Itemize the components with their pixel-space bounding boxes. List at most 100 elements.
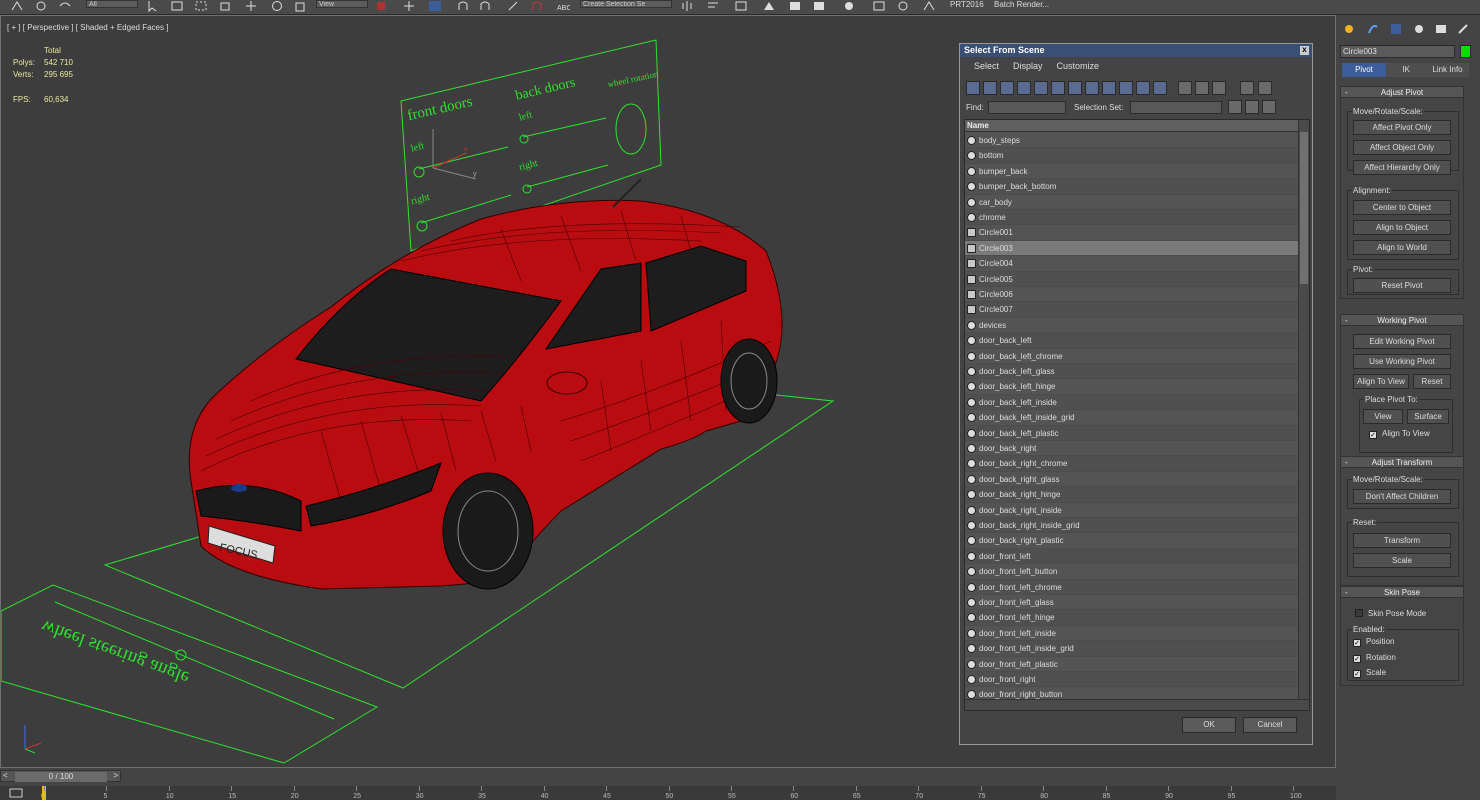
select-object-icon[interactable] <box>146 0 160 12</box>
rotate-icon[interactable] <box>270 0 284 12</box>
hidden-filter-icon[interactable] <box>1153 81 1167 95</box>
tab-pivot[interactable]: Pivot <box>1342 63 1386 77</box>
scale-button[interactable]: Scale <box>1353 553 1451 568</box>
list-item[interactable]: Circle005 <box>965 271 1299 287</box>
curve-editor-icon[interactable] <box>788 0 802 12</box>
move-icon[interactable] <box>244 0 258 12</box>
adjust-transform-header[interactable]: - Adjust Transform <box>1341 457 1463 468</box>
find-input[interactable] <box>988 101 1066 114</box>
filter-icon[interactable] <box>1240 81 1254 95</box>
tab-link-info[interactable]: Link Info <box>1426 63 1469 77</box>
bind-space-warp-icon[interactable] <box>58 0 72 12</box>
material-editor-icon[interactable] <box>842 0 856 12</box>
toggle-ribbon-icon[interactable] <box>762 0 776 12</box>
list-item[interactable]: Circle003 <box>965 240 1299 257</box>
list-item[interactable]: door_back_right_inside <box>965 502 1299 518</box>
rendered-frame-icon[interactable] <box>896 0 910 12</box>
keyboard-shortcut-icon[interactable] <box>428 0 442 12</box>
cameras-filter-icon[interactable] <box>1017 81 1031 95</box>
cancel-button[interactable]: Cancel <box>1243 717 1297 733</box>
list-item[interactable]: door_back_left_plastic <box>965 425 1299 441</box>
helpers-filter-icon[interactable] <box>1034 81 1048 95</box>
list-item[interactable]: door_back_right <box>965 441 1299 457</box>
list-item[interactable]: door_front_right_button <box>965 687 1299 699</box>
list-item[interactable]: Circle001 <box>965 225 1299 241</box>
render-setup-icon[interactable] <box>872 0 886 12</box>
align-to-view-button[interactable]: Align To View <box>1353 374 1409 389</box>
viewport-label-menu[interactable]: [ + ] [ Perspective ] [ Shaded + Edged F… <box>7 23 168 32</box>
angle-snap-icon[interactable] <box>478 0 492 12</box>
schematic-view-icon[interactable] <box>812 0 826 12</box>
selection-set-remove-icon[interactable] <box>1262 100 1276 114</box>
position-checkbox[interactable]: ✓ Position <box>1353 637 1394 647</box>
containers-filter-icon[interactable] <box>1119 81 1133 95</box>
selection-set-dropdown[interactable] <box>1130 101 1222 114</box>
dont-affect-children-button[interactable]: Don't Affect Children <box>1353 489 1451 504</box>
list-item[interactable]: door_back_left <box>965 333 1299 349</box>
list-item[interactable]: door_front_left_inside <box>965 625 1299 642</box>
track-bar-menu-icon[interactable] <box>9 787 23 799</box>
track-bar[interactable]: 0 5 10 15 20 25 30 35 40 45 50 55 60 65 70 75 80 85 90 95 10… <box>0 786 1336 800</box>
list-item[interactable]: door_front_left <box>965 548 1299 565</box>
spinner-snap-icon[interactable] <box>530 0 544 12</box>
list-item[interactable]: door_front_left_plastic <box>965 656 1299 672</box>
reference-coordinate-dropdown[interactable]: View <box>316 0 368 8</box>
list-item[interactable]: Circle007 <box>965 302 1299 318</box>
vertical-scrollbar[interactable] <box>1298 120 1309 700</box>
object-color-swatch[interactable] <box>1460 45 1471 58</box>
shapes-filter-icon[interactable] <box>983 81 997 95</box>
center-to-object-button[interactable]: Center to Object <box>1353 200 1451 215</box>
list-item[interactable]: door_back_left_glass <box>965 364 1299 380</box>
rect-selection-icon[interactable] <box>194 0 208 12</box>
menu-display[interactable]: Display <box>1013 61 1043 71</box>
display-tab-icon[interactable] <box>1435 23 1447 35</box>
filter-options-icon[interactable] <box>1258 81 1272 95</box>
reset-working-pivot-button[interactable]: Reset <box>1413 374 1451 389</box>
list-item[interactable]: door_front_left_glass <box>965 595 1299 611</box>
scale-icon[interactable] <box>294 0 308 12</box>
list-item[interactable]: door_back_left_hinge <box>965 379 1299 395</box>
list-item[interactable]: door_back_right_plastic <box>965 533 1299 549</box>
close-icon[interactable]: x <box>1300 46 1309 55</box>
transform-button[interactable]: Transform <box>1353 533 1451 548</box>
list-item[interactable]: door_back_right_hinge <box>965 487 1299 503</box>
surface-button[interactable]: Surface <box>1407 409 1449 424</box>
rotation-checkbox[interactable]: ✓ Rotation <box>1353 653 1396 663</box>
menu-select[interactable]: Select <box>974 61 999 71</box>
list-item[interactable]: bumper_back <box>965 163 1299 180</box>
list-item[interactable]: door_front_left_inside_grid <box>965 641 1299 657</box>
display-none-icon[interactable] <box>1195 81 1209 95</box>
hierarchy-tab-icon[interactable] <box>1390 23 1402 35</box>
selection-filter-dropdown[interactable]: All <box>86 0 138 8</box>
window-crossing-icon[interactable] <box>218 0 232 12</box>
percent-snap-icon[interactable] <box>506 0 520 12</box>
list-item[interactable]: bumper_back_bottom <box>965 179 1299 195</box>
prt-label[interactable]: PRT2016 <box>950 0 984 9</box>
slider-next-icon[interactable]: > <box>113 771 118 780</box>
list-item[interactable]: door_back_right_inside_grid <box>965 518 1299 534</box>
bones-filter-icon[interactable] <box>1102 81 1116 95</box>
reset-pivot-button[interactable]: Reset Pivot <box>1353 278 1451 293</box>
list-item[interactable]: door_back_right_chrome <box>965 456 1299 472</box>
batch-render-label[interactable]: Batch Render... <box>994 0 1049 9</box>
adjust-pivot-header[interactable]: - Adjust Pivot <box>1341 87 1463 98</box>
list-item[interactable]: door_back_left_chrome <box>965 348 1299 364</box>
spacewarps-filter-icon[interactable] <box>1051 81 1065 95</box>
horizontal-scrollbar[interactable] <box>965 699 1309 710</box>
layer-explorer-icon[interactable] <box>734 0 748 12</box>
select-manipulate-icon[interactable] <box>402 0 416 12</box>
working-pivot-header[interactable]: - Working Pivot <box>1341 315 1463 326</box>
scroll-thumb[interactable] <box>1300 132 1308 284</box>
list-item[interactable]: door_front_right <box>965 672 1299 688</box>
create-tab-icon[interactable] <box>1343 23 1355 35</box>
skin-pose-mode-checkbox[interactable]: Skin Pose Mode <box>1355 609 1426 618</box>
geometry-filter-icon[interactable] <box>966 81 980 95</box>
link-icon[interactable] <box>10 0 24 12</box>
unlink-icon[interactable] <box>34 0 48 12</box>
scale-checkbox[interactable]: ✓ Scale <box>1353 668 1386 678</box>
selection-set-edit-icon[interactable] <box>1245 100 1259 114</box>
edit-working-pivot-button[interactable]: Edit Working Pivot <box>1353 334 1451 349</box>
align-to-world-button[interactable]: Align to World <box>1353 240 1451 255</box>
list-item[interactable]: body_steps <box>965 133 1299 149</box>
snap-toggle-icon[interactable] <box>456 0 470 12</box>
